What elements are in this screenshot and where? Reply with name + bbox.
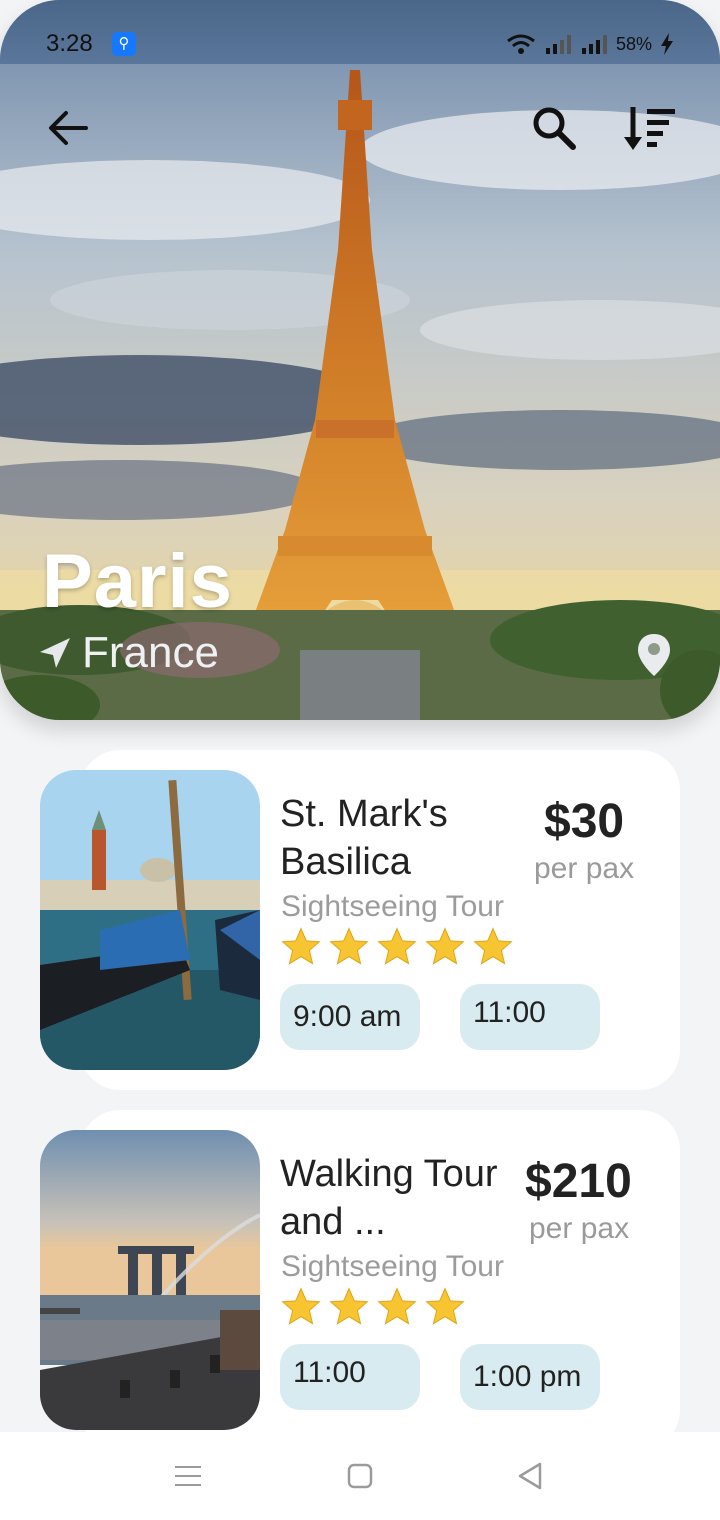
- star-icon: [473, 927, 513, 965]
- status-indicators: 58%: [506, 30, 674, 58]
- status-time: 3:28: [46, 30, 93, 57]
- star-icon: [281, 927, 321, 965]
- wifi-icon: [507, 34, 535, 54]
- time-slot-chip[interactable]: 11:00: [460, 984, 600, 1050]
- country-row: France: [38, 628, 219, 678]
- map-pin-icon[interactable]: [636, 632, 672, 678]
- tour-price: $30: [544, 795, 625, 848]
- screen: 3:28 ⚲ 58% Paris France St. Mark's Basil…: [0, 0, 720, 1520]
- star-icon: [281, 1287, 321, 1325]
- star-icon: [377, 1287, 417, 1325]
- country-label: France: [82, 628, 219, 677]
- arrow-left-icon: [49, 111, 88, 145]
- status-bar: 3:28 ⚲ 58%: [0, 0, 720, 64]
- recents-button[interactable]: [166, 1454, 210, 1498]
- sort-button[interactable]: [622, 100, 678, 156]
- search-icon: [533, 107, 576, 150]
- tour-price-unit: per pax: [534, 852, 635, 885]
- battery-percent: 58%: [615, 33, 652, 54]
- rating-stars: [280, 926, 514, 968]
- usb-icon: ⚲: [112, 32, 136, 56]
- star-icon: [377, 927, 417, 965]
- time-slot-chip[interactable]: 9:00 am: [280, 984, 420, 1050]
- system-nav-bar: [0, 1432, 720, 1520]
- back-nav-button[interactable]: [508, 1454, 552, 1498]
- star-icon: [425, 927, 465, 965]
- time-slot-chip[interactable]: 11:00: [280, 1344, 420, 1410]
- star-icon: [329, 927, 369, 965]
- tour-price: $210: [525, 1155, 632, 1208]
- charging-icon: [661, 33, 673, 55]
- signal-icon-2: [581, 35, 607, 54]
- tour-title-line2: and ...: [280, 1201, 386, 1243]
- tour-price-unit: per pax: [529, 1212, 630, 1245]
- star-icon: [425, 1287, 465, 1325]
- tour-photo-marina: [40, 1130, 260, 1430]
- tour-title-line1: St. Mark's: [280, 793, 448, 835]
- star-icon: [329, 1287, 369, 1325]
- navigation-arrow-icon: [40, 638, 70, 668]
- city-title: Paris: [42, 539, 233, 624]
- home-button[interactable]: [338, 1454, 382, 1498]
- time-slot-chip[interactable]: 1:00 pm: [460, 1344, 600, 1410]
- tour-type: Sightseeing Tour: [281, 1250, 504, 1283]
- tour-title-line1: Walking Tour: [280, 1153, 498, 1195]
- triangle-back-icon: [518, 1462, 542, 1490]
- tour-photo-venice: [40, 770, 260, 1070]
- square-icon: [347, 1463, 373, 1489]
- menu-icon: [175, 1466, 201, 1486]
- search-button[interactable]: [526, 100, 582, 156]
- tour-title-line2: Basilica: [280, 841, 411, 883]
- destination-hero: 3:28 ⚲ 58% Paris France: [0, 0, 720, 720]
- back-button[interactable]: [40, 100, 96, 156]
- tour-type: Sightseeing Tour: [281, 890, 504, 923]
- signal-icon: [545, 35, 571, 54]
- rating-stars: [280, 1286, 466, 1328]
- sort-icon: [624, 107, 675, 150]
